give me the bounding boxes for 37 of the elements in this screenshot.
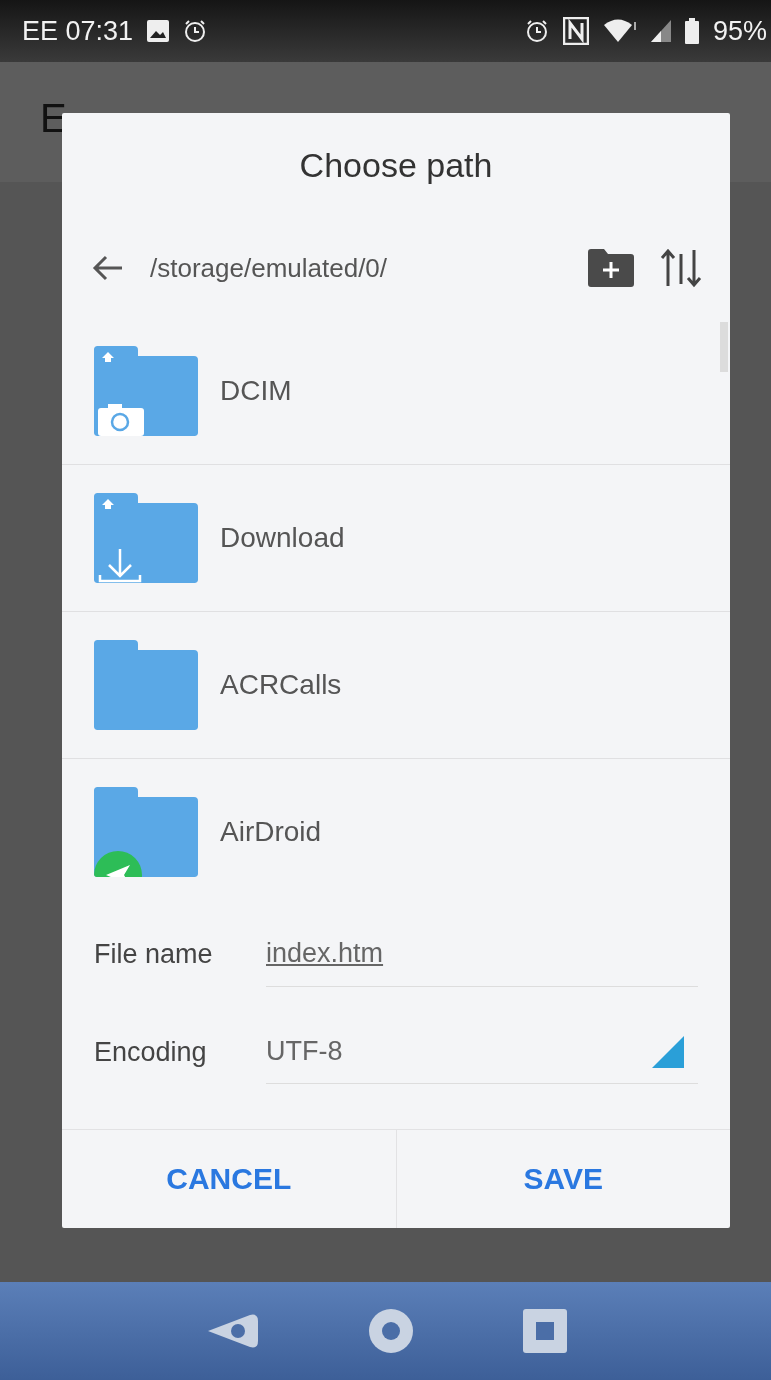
file-name-field[interactable]: index.htm	[266, 921, 698, 987]
signal-icon	[650, 20, 671, 42]
battery-icon	[684, 18, 699, 44]
sort-button[interactable]	[660, 248, 702, 288]
new-folder-button[interactable]	[588, 249, 634, 287]
folder-row[interactable]: ACRCalls	[62, 612, 730, 759]
save-button[interactable]: SAVE	[395, 1130, 730, 1228]
folder-row[interactable]: Download	[62, 465, 730, 612]
folder-icon	[94, 640, 198, 730]
folder-icon	[94, 493, 198, 583]
app-title: E	[40, 95, 67, 141]
folder-name: AirDroid	[220, 816, 322, 848]
home-button[interactable]	[368, 1308, 415, 1354]
folder-icon	[94, 787, 198, 877]
status-time: EE 07:31	[22, 15, 134, 47]
wifi-icon	[602, 18, 637, 44]
folder-name: Download	[220, 522, 345, 554]
folder-row[interactable]: DCIM	[62, 318, 730, 465]
back-arrow-icon[interactable]	[92, 254, 124, 282]
encoding-dropdown[interactable]: UTF-8	[266, 1020, 698, 1084]
folder-name: ACRCalls	[220, 669, 342, 701]
file-name-label: File name	[94, 938, 214, 970]
battery-percent: 95%	[712, 15, 767, 47]
alarm-icon	[183, 19, 208, 43]
dropdown-triangle-icon	[652, 1035, 684, 1068]
folder-row[interactable]: AirDroid	[62, 759, 730, 882]
scrollbar	[720, 322, 728, 372]
folder-name: DCIM	[220, 375, 292, 407]
alarm-icon	[524, 19, 549, 43]
path-text: /storage/emulated/0/	[150, 252, 389, 284]
folder-icon	[94, 346, 198, 436]
dialog-title: Choose path	[298, 145, 494, 186]
recents-button[interactable]	[522, 1309, 567, 1353]
encoding-label: Encoding	[94, 1036, 208, 1068]
image-icon	[147, 20, 170, 42]
cancel-button[interactable]: CANCEL	[62, 1130, 396, 1228]
nfc-icon	[562, 17, 589, 45]
